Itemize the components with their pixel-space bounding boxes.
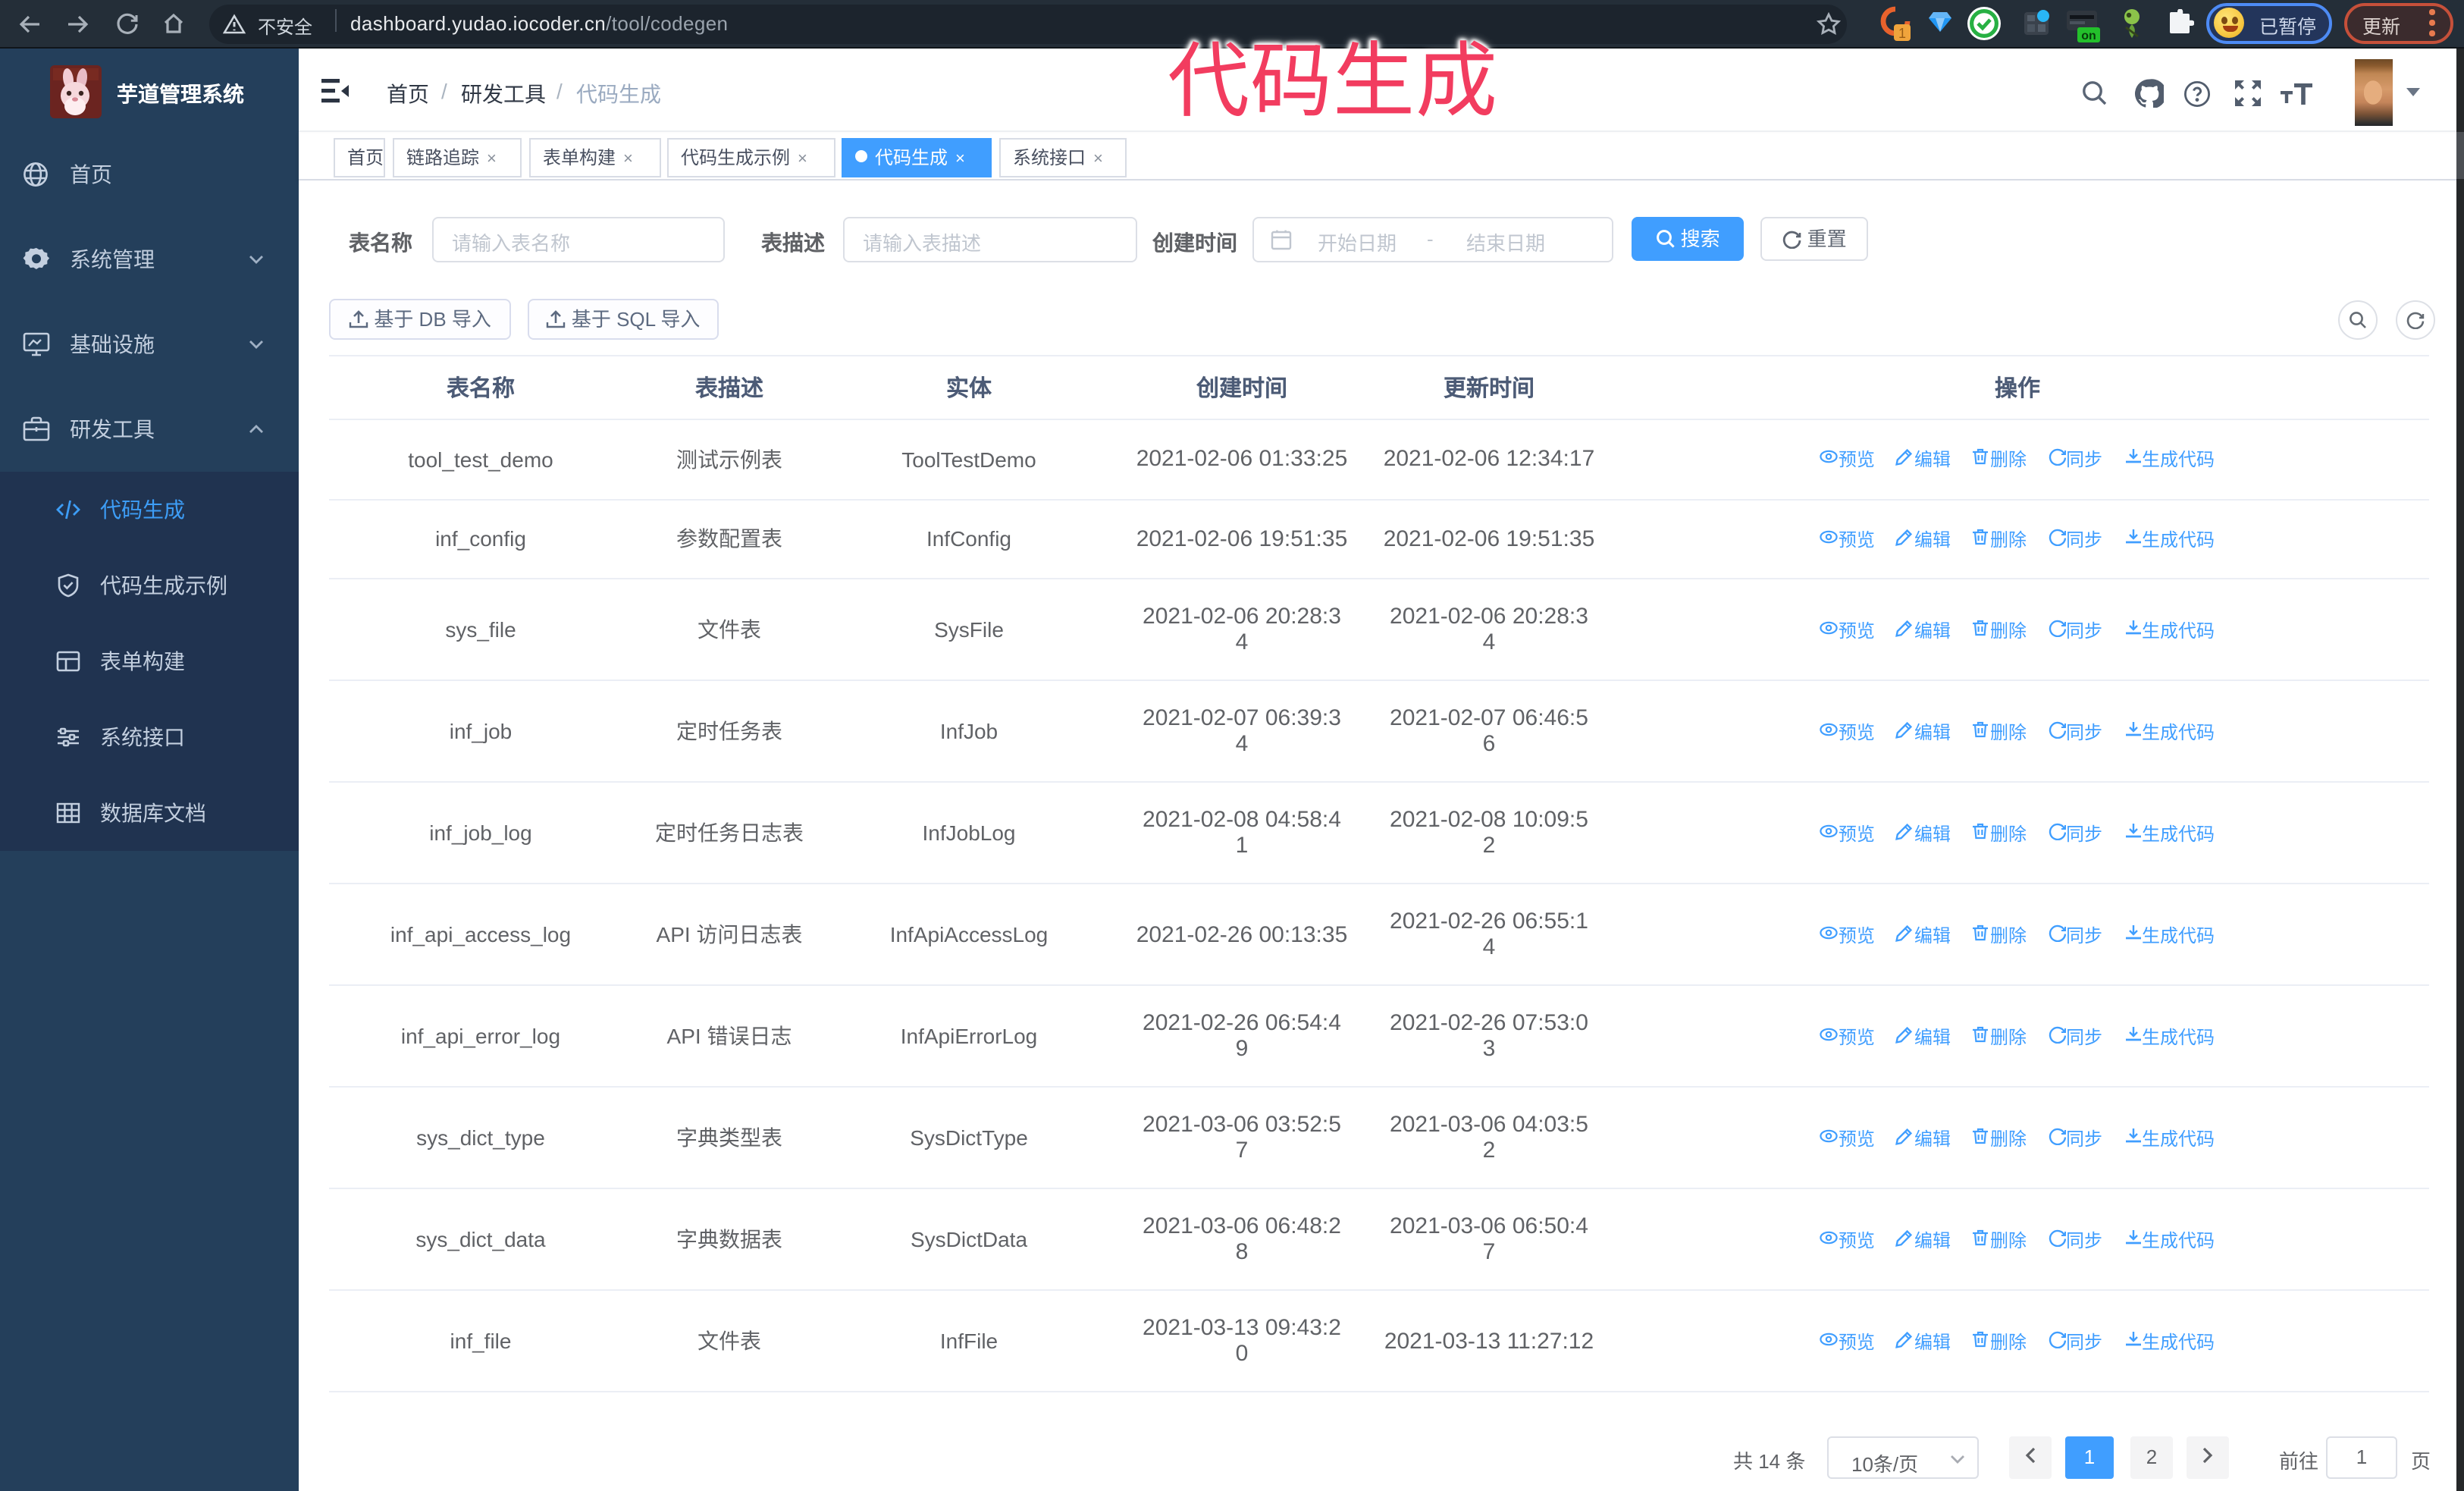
svg-text:1: 1 bbox=[1898, 26, 1906, 41]
svg-text:on: on bbox=[2081, 30, 2096, 42]
